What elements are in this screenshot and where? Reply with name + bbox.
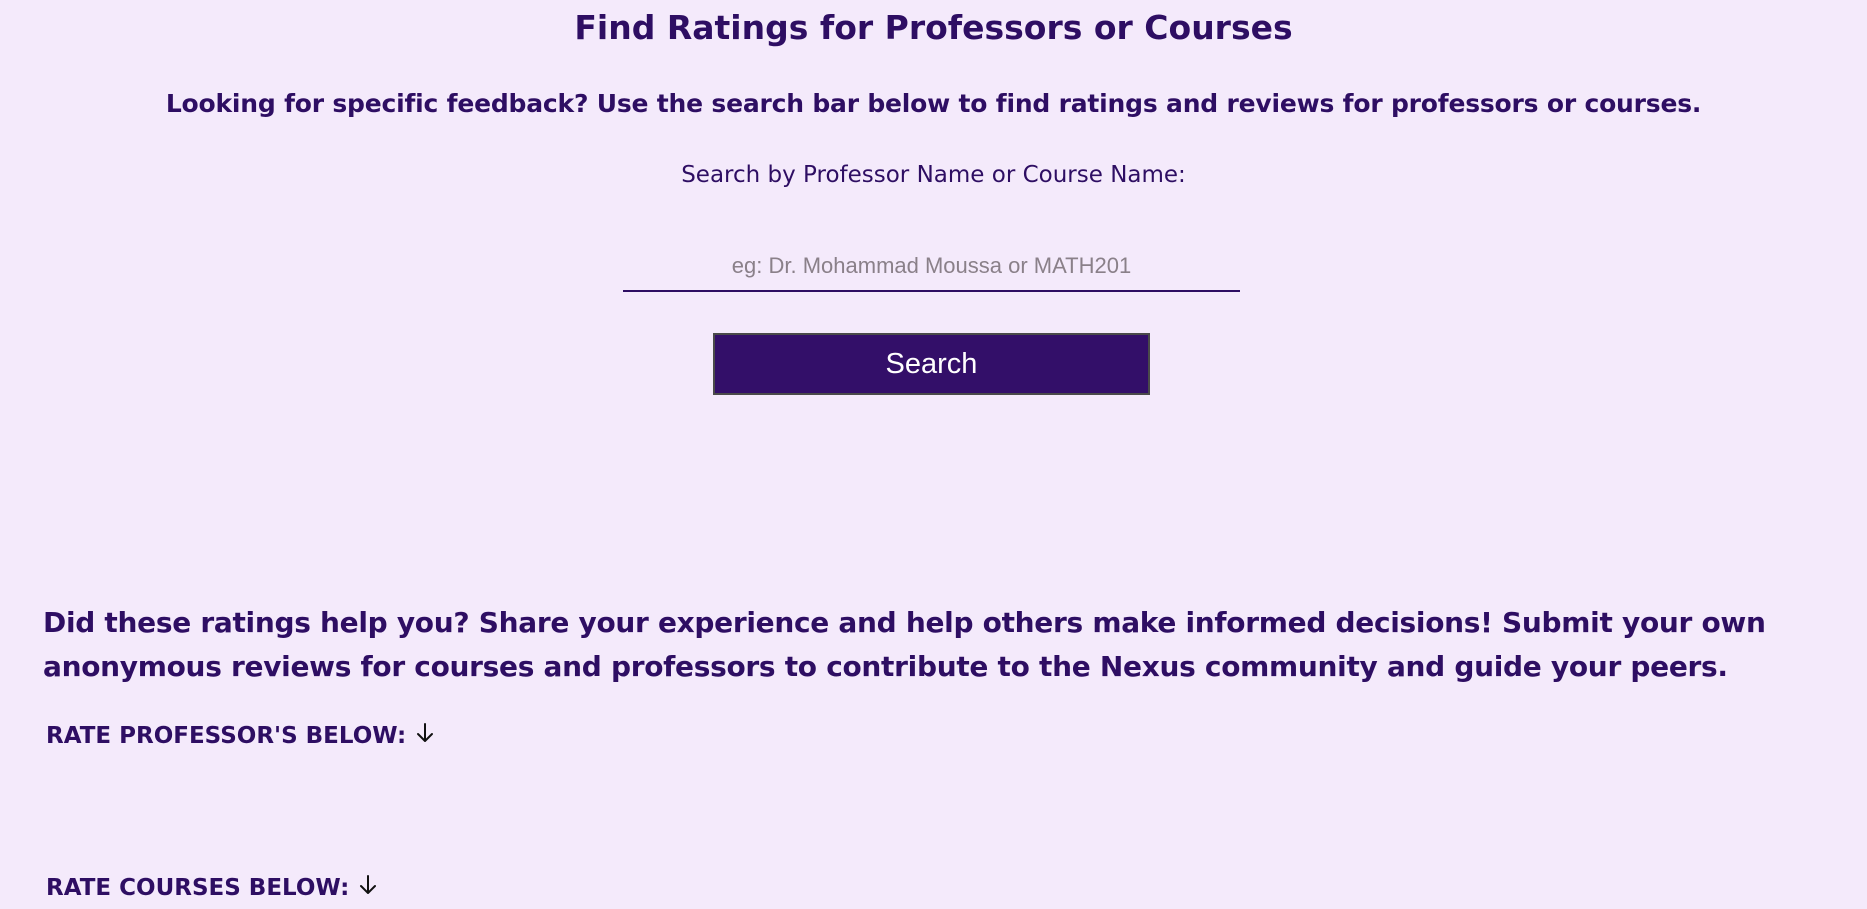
rate-courses-link[interactable]: RATE COURSES BELOW: [46, 872, 377, 904]
search-button[interactable]: Search [713, 333, 1150, 395]
search-label: Search by Professor Name or Course Name: [681, 162, 1186, 188]
rate-professors-label: RATE PROFESSOR'S BELOW: [46, 723, 407, 749]
rate-courses-label: RATE COURSES BELOW: [46, 875, 350, 901]
page-title: Find Ratings for Professors or Courses [574, 8, 1293, 47]
search-input[interactable] [623, 242, 1240, 292]
arrow-down-icon [360, 875, 377, 894]
contribute-message: Did these ratings help you? Share your e… [43, 606, 1766, 683]
arrow-down-icon [417, 723, 434, 742]
page-subtitle: Looking for specific feedback? Use the s… [165, 89, 1702, 118]
rate-professors-link[interactable]: RATE PROFESSOR'S BELOW: [46, 720, 434, 752]
